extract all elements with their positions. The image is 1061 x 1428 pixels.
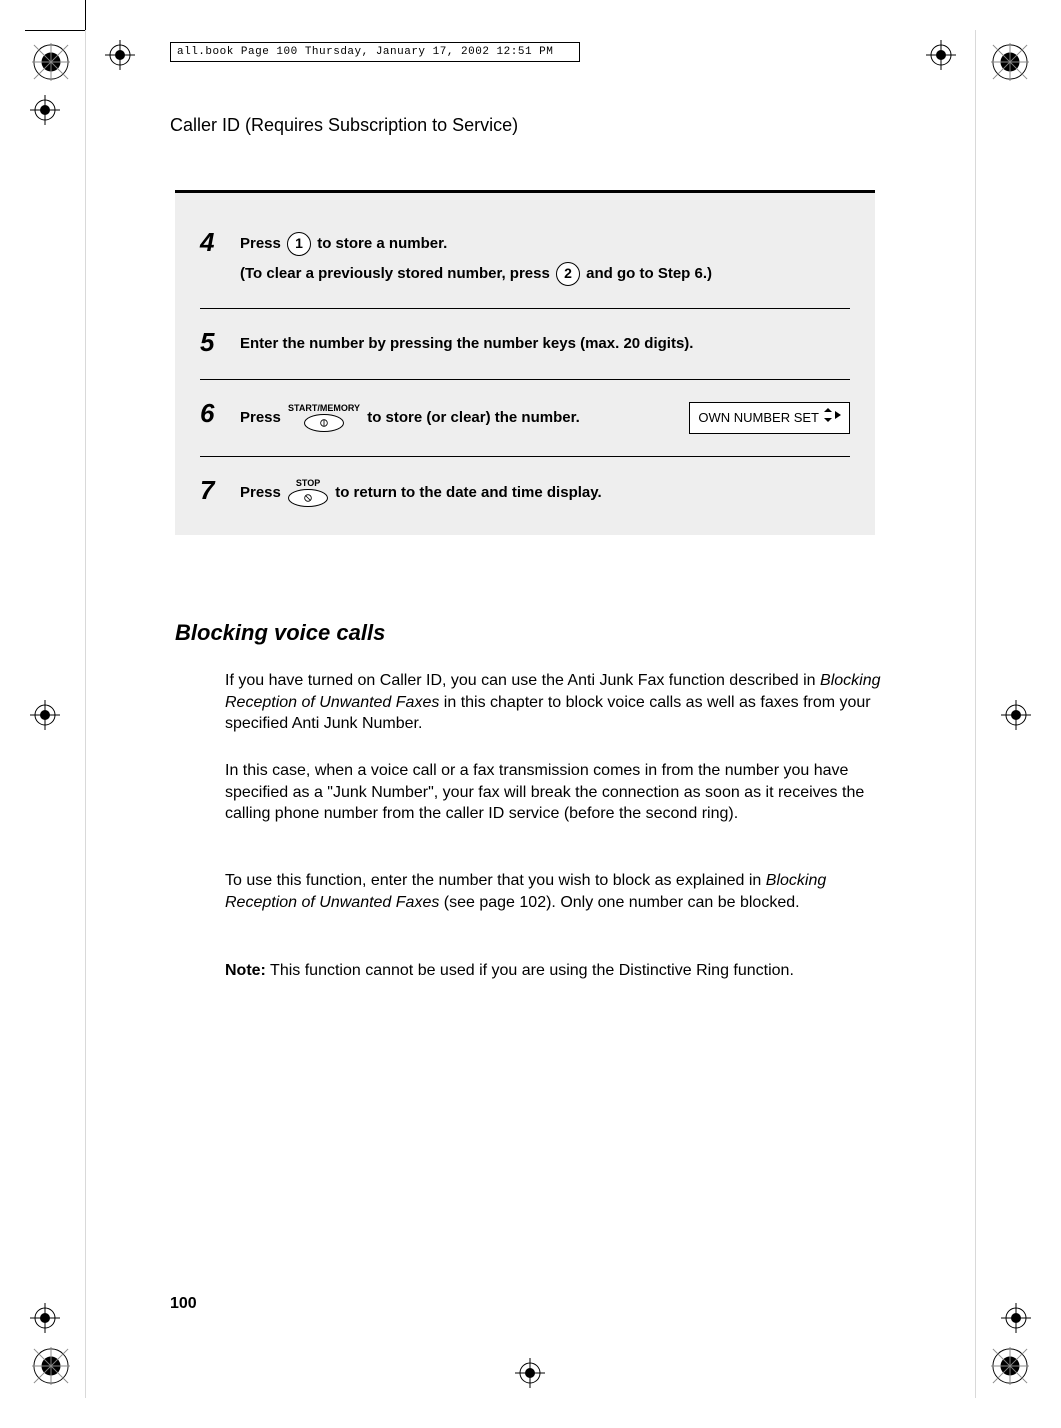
step4-line2-a: (To clear a previously stored number, pr…: [240, 265, 554, 282]
registration-mark-icon: [991, 1347, 1029, 1385]
crosshair-icon: [30, 700, 60, 730]
stop-button-icon: STOP: [288, 479, 328, 507]
step7-text-b: to return to the date and time display.: [335, 484, 601, 501]
step-5: 5 Enter the number by pressing the numbe…: [200, 313, 850, 375]
button-label: START/MEMORY: [288, 404, 360, 413]
key-1-icon: 1: [287, 232, 311, 256]
guide-line: [975, 30, 976, 1398]
section-title: Caller ID (Requires Subscription to Serv…: [170, 115, 518, 136]
step-body: Press 1 to store a number. (To clear a p…: [240, 231, 850, 286]
step-number: 7: [200, 477, 230, 503]
step4-text-a: Press: [240, 235, 285, 252]
button-label: STOP: [296, 479, 320, 488]
paragraph: Note: This function cannot be used if yo…: [225, 960, 885, 982]
step-6: 6 Press START/MEMORY to store (or clear)…: [200, 384, 850, 452]
crosshair-icon: [1001, 700, 1031, 730]
lcd-display: OWN NUMBER SET: [689, 402, 850, 434]
paragraph: To use this function, enter the number t…: [225, 870, 885, 913]
display-text: OWN NUMBER SET: [698, 407, 819, 429]
step-body: Press START/MEMORY to store (or clear) t…: [240, 402, 850, 434]
note-label: Note:: [225, 962, 266, 979]
crop-line: [25, 30, 85, 31]
step-4: 4 Press 1 to store a number. (To clear a…: [200, 213, 850, 304]
step7-text-a: Press: [240, 484, 285, 501]
step-body: Enter the number by pressing the number …: [240, 331, 850, 357]
registration-mark-icon: [991, 43, 1029, 81]
step4-text-b: to store a number.: [317, 235, 447, 252]
steps-panel: 4 Press 1 to store a number. (To clear a…: [175, 190, 875, 535]
crosshair-icon: [30, 1303, 60, 1333]
guide-line: [85, 30, 86, 1398]
paragraph: In this case, when a voice call or a fax…: [225, 760, 885, 825]
step-number: 5: [200, 329, 230, 355]
step6-text-a: Press: [240, 409, 285, 426]
p4-text: This function cannot be used if you are …: [266, 962, 794, 979]
step-number: 4: [200, 229, 230, 255]
step-body: Press STOP to return to the date and tim…: [240, 479, 850, 507]
key-2-icon: 2: [556, 262, 580, 286]
registration-mark-icon: [32, 43, 70, 81]
start-memory-button-icon: START/MEMORY: [288, 404, 360, 432]
p3-b: (see page 102). Only one number can be b…: [439, 894, 799, 911]
divider: [200, 456, 850, 457]
page-number: 100: [170, 1295, 197, 1313]
step4-line2-b: and go to Step 6.): [586, 265, 712, 282]
step-number: 6: [200, 400, 230, 426]
crosshair-icon: [30, 95, 60, 125]
subsection-heading: Blocking voice calls: [175, 620, 385, 646]
divider: [200, 379, 850, 380]
crop-line: [85, 0, 86, 30]
paragraph: If you have turned on Caller ID, you can…: [225, 670, 885, 735]
p1-a: If you have turned on Caller ID, you can…: [225, 672, 820, 689]
p3-a: To use this function, enter the number t…: [225, 872, 766, 889]
divider: [200, 308, 850, 309]
registration-mark-icon: [32, 1347, 70, 1385]
step-7: 7 Press STOP to return to the date and t…: [200, 461, 850, 515]
nav-arrows-icon: [823, 407, 841, 429]
crosshair-icon: [1001, 1303, 1031, 1333]
step6-text-b: to store (or clear) the number.: [367, 409, 580, 426]
